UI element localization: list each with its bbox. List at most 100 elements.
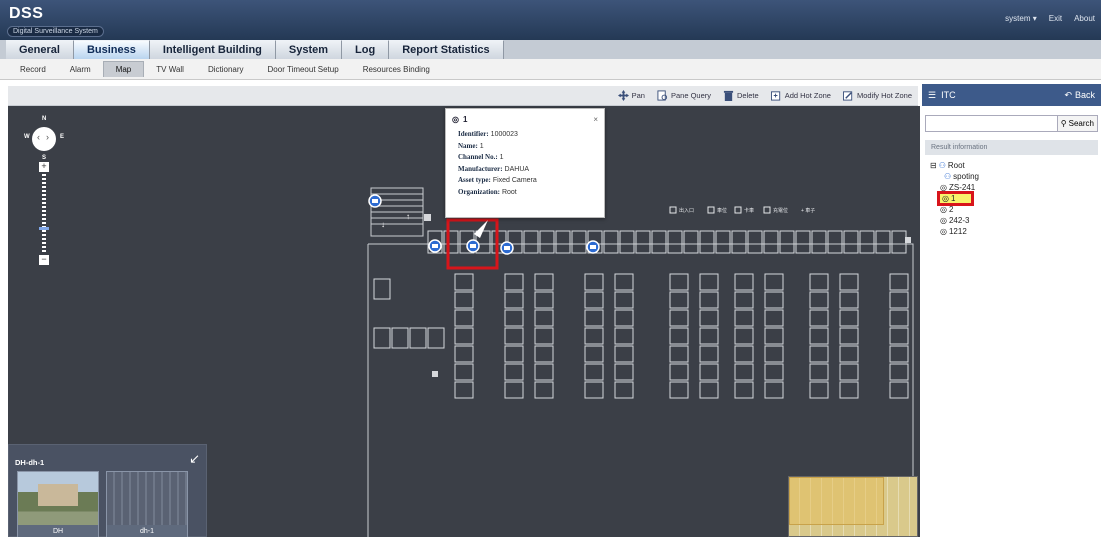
tab-system[interactable]: System — [275, 40, 343, 59]
exit-link[interactable]: Exit — [1049, 14, 1062, 23]
row-label: Manufacturer: — [458, 164, 503, 173]
camera-icon: ◎ — [452, 114, 459, 124]
subtab-map[interactable]: Map — [102, 61, 145, 77]
svg-text:↑: ↑ — [406, 212, 410, 221]
tree-item-spoting[interactable]: ⚇ spoting — [944, 171, 1101, 182]
main-tab-bar: General Business Intelligent Building Sy… — [0, 40, 1101, 59]
zoom-slider[interactable] — [42, 174, 46, 254]
app-logo: DSS — [9, 5, 44, 22]
back-button[interactable]: ↶ Back — [1064, 90, 1095, 101]
tab-general[interactable]: General — [6, 40, 74, 59]
search-button-label: Search — [1068, 119, 1094, 128]
tab-log[interactable]: Log — [342, 40, 390, 59]
modify-hot-zone-label: Modify Hot Zone — [856, 91, 912, 100]
tree-item-1-selected[interactable]: ◎ 1 — [937, 191, 1101, 206]
camera-marker[interactable] — [368, 194, 382, 208]
popup-row: Asset type: Fixed Camera — [458, 175, 604, 187]
map-thumbnail-dh-1[interactable]: dh-1 — [106, 471, 188, 537]
top-links: system ▾ Exit About — [1005, 14, 1095, 23]
delete-label: Delete — [737, 91, 759, 100]
overview-title: DH-dh-1 — [15, 458, 45, 467]
collapse-icon[interactable]: ⊟ — [930, 161, 937, 170]
panel-title: ITC — [941, 90, 956, 100]
app-header: DSS Digital Surveillance System system ▾… — [0, 0, 1101, 40]
collapse-arrow-icon[interactable]: ↙ — [189, 451, 200, 467]
modify-hot-zone-button[interactable]: Modify Hot Zone — [842, 90, 912, 101]
subtab-door-timeout-setup[interactable]: Door Timeout Setup — [256, 62, 351, 77]
add-hot-zone-button[interactable]: Add Hot Zone — [770, 90, 831, 101]
popup-title: 1 — [462, 114, 468, 124]
zoom-out-button[interactable]: − — [39, 255, 49, 265]
row-label: Channel No.: — [458, 153, 498, 161]
zoom-handle[interactable] — [39, 227, 49, 230]
pan-icon — [617, 90, 629, 101]
row-label: Asset type: — [458, 176, 491, 184]
subtab-tv-wall[interactable]: TV Wall — [144, 62, 196, 77]
device-search-input[interactable] — [925, 115, 1057, 132]
minimap-viewport[interactable] — [789, 477, 884, 525]
search-button[interactable]: ⚲ Search — [1056, 115, 1098, 132]
popup-row: Organization: Root — [458, 187, 604, 199]
row-value: 1000023 — [490, 131, 518, 138]
about-link[interactable]: About — [1074, 14, 1095, 23]
itc-panel: ☰ ITC ↶ Back ⚲ Search Result information… — [922, 84, 1101, 537]
popup-title-wrap: ◎ 1 — [452, 115, 467, 124]
camera-marker[interactable] — [466, 239, 480, 253]
popup-row: Manufacturer: DAHUA — [458, 164, 604, 176]
row-value: 1 — [499, 154, 504, 161]
camera-marker[interactable] — [428, 239, 442, 253]
delete-button[interactable]: Delete — [723, 90, 759, 101]
map-toolbar: Pan Pane Query Delete Add Hot Zone Modif… — [8, 86, 918, 106]
user-menu-link[interactable]: system ▾ — [1005, 14, 1037, 23]
app-subtitle: Digital Surveillance System — [7, 26, 104, 37]
list-icon: ☰ — [928, 89, 937, 100]
camera-icon: ◎ — [940, 216, 947, 225]
itc-panel-header: ☰ ITC ↶ Back — [922, 84, 1101, 106]
panel-title-wrap: ☰ ITC — [928, 90, 956, 101]
tree-item-label: 1 — [950, 194, 956, 203]
pan-compass[interactable]: ‹ › — [32, 127, 56, 151]
subtab-record[interactable]: Record — [8, 62, 58, 77]
tree-item-label: 1212 — [948, 227, 967, 236]
zoom-in-button[interactable]: + — [39, 162, 49, 172]
camera-marker[interactable] — [500, 241, 514, 255]
delete-icon — [723, 90, 734, 101]
subtab-dictionary[interactable]: Dictionary — [196, 62, 256, 77]
device-tree: ⊟ ⚇ Root ⚇ spoting ◎ ZS-241 ◎ 1 ◎ 2 ◎ 24… — [930, 160, 1101, 237]
pan-right-icon[interactable]: › — [46, 132, 49, 142]
org-icon: ⚇ — [938, 161, 946, 170]
row-label: Organization: — [458, 187, 500, 196]
tree-item-242-3[interactable]: ◎ 242-3 — [940, 215, 1101, 226]
tab-intelligent-building[interactable]: Intelligent Building — [149, 40, 276, 59]
popup-header: ◎ 1 × — [446, 109, 604, 129]
compass-west: W — [24, 134, 30, 140]
map-thumbnail-dh[interactable]: DH — [17, 471, 99, 537]
nav-control: N ‹ › W E S + − — [24, 114, 68, 265]
tab-business[interactable]: Business — [73, 40, 150, 59]
selected-item-highlight: ◎ 1 — [937, 191, 975, 206]
svg-text:+ 車子: + 車子 — [801, 207, 815, 214]
subtab-resources-binding[interactable]: Resources Binding — [351, 62, 442, 77]
pan-button[interactable]: Pan — [617, 90, 645, 101]
popup-row: Identifier: 1000023 — [458, 129, 604, 141]
pan-left-icon[interactable]: ‹ — [37, 132, 40, 142]
back-label: Back — [1074, 90, 1095, 100]
svg-text:出入口: 出入口 — [679, 207, 694, 214]
camera-marker[interactable] — [586, 240, 600, 254]
pane-query-label: Pane Query — [670, 91, 711, 100]
tree-root[interactable]: ⊟ ⚇ Root — [930, 160, 1101, 171]
pane-query-button[interactable]: Pane Query — [657, 90, 711, 101]
modify-hot-zone-icon — [842, 91, 853, 101]
popup-row: Name: 1 — [458, 141, 604, 153]
camera-icon: ◎ — [940, 205, 947, 214]
tree-item-label: 242-3 — [948, 216, 970, 225]
popup-close-button[interactable]: × — [593, 115, 598, 124]
tab-report-statistics[interactable]: Report Statistics — [389, 40, 504, 59]
subtab-alarm[interactable]: Alarm — [58, 62, 103, 77]
search-row: ⚲ Search — [925, 115, 1098, 132]
add-hot-zone-label: Add Hot Zone — [784, 91, 831, 100]
camera-info-popup: ◎ 1 × Identifier: 1000023 Name: 1 Channe… — [445, 108, 605, 218]
minimap[interactable] — [788, 476, 918, 537]
tree-item-1212[interactable]: ◎ 1212 — [940, 226, 1101, 237]
org-icon: ⚇ — [944, 172, 952, 181]
